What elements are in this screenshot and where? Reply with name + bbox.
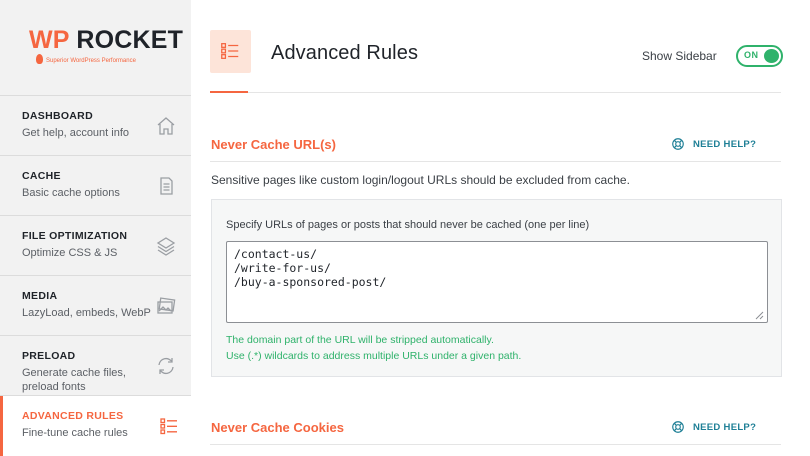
sidebar-item-subtitle: Get help, account info	[22, 127, 130, 139]
section-divider	[210, 444, 781, 445]
document-icon	[160, 177, 173, 195]
resize-grip-icon[interactable]	[755, 311, 764, 320]
section-description: Sensitive pages like custom login/logout…	[211, 173, 630, 187]
sidebar-item-title: DASHBOARD	[22, 110, 93, 122]
toggle-label: ON	[744, 50, 759, 60]
need-help-link[interactable]: NEED HELP?	[672, 138, 757, 150]
layers-icon	[156, 237, 176, 256]
rules-list-icon	[160, 418, 177, 435]
sidebar-item-subtitle: LazyLoad, embeds, WebP	[22, 307, 151, 319]
sidebar-item-file-optimization[interactable]: FILE OPTIMIZATION Optimize CSS & JS	[0, 216, 191, 276]
sidebar-item-cache[interactable]: CACHE Basic cache options	[0, 156, 191, 216]
section-title-never-cache-urls: Never Cache URL(s)	[211, 137, 336, 152]
sidebar-item-subtitle: Fine-tune cache rules	[22, 427, 128, 439]
section-title-never-cache-cookies: Never Cache Cookies	[211, 420, 344, 435]
never-cache-urls-field-box: Specify URLs of pages or posts that shou…	[211, 199, 782, 377]
logo-tagline: Superior WordPress Performance	[46, 58, 136, 64]
wp-rocket-logo[interactable]: WP ROCKET Superior WordPress Performance	[0, 0, 191, 96]
logo-wordmark: WP ROCKET	[29, 26, 184, 54]
page-title: Advanced Rules	[271, 42, 419, 64]
section-divider	[210, 161, 781, 162]
sidebar-item-title: CACHE	[22, 170, 61, 182]
sidebar-item-subtitle: Generate cache files, preload fonts	[22, 367, 126, 393]
sidebar-item-subtitle: Basic cache options	[22, 187, 120, 199]
sidebar-item-dashboard[interactable]: DASHBOARD Get help, account info	[0, 96, 191, 156]
sidebar-item-preload[interactable]: PRELOAD Generate cache files, preload fo…	[0, 336, 191, 396]
need-help-link[interactable]: NEED HELP?	[672, 421, 757, 433]
field-label: Specify URLs of pages or posts that shou…	[226, 219, 590, 231]
sidebar-item-title: PRELOAD	[22, 350, 76, 362]
refresh-icon	[158, 357, 174, 375]
header-divider	[210, 92, 781, 93]
rules-list-icon	[221, 43, 239, 59]
rocket-flame-icon	[36, 54, 43, 64]
show-sidebar-label: Show Sidebar	[642, 49, 717, 63]
need-help-label: NEED HELP?	[693, 422, 757, 433]
sidebar-item-title: FILE OPTIMIZATION	[22, 230, 128, 242]
page-header-icon-tile	[210, 30, 251, 73]
main-content: Advanced Rules Show Sidebar ON Never Cac…	[191, 0, 810, 456]
sidebar-item-title: MEDIA	[22, 290, 58, 302]
field-hint: Use (.*) wildcards to address multiple U…	[226, 350, 522, 362]
header-divider-accent	[210, 91, 248, 93]
show-sidebar-toggle[interactable]: ON	[736, 45, 783, 67]
need-help-label: NEED HELP?	[693, 139, 757, 150]
images-icon	[157, 297, 176, 314]
sidebar-item-advanced-rules[interactable]: ADVANCED RULES Fine-tune cache rules	[0, 396, 191, 456]
field-hint: The domain part of the URL will be strip…	[226, 334, 494, 346]
lifebuoy-icon	[672, 421, 684, 433]
sidebar-item-media[interactable]: MEDIA LazyLoad, embeds, WebP	[0, 276, 191, 336]
home-icon	[157, 117, 175, 135]
toggle-knob	[764, 49, 779, 63]
sidebar-item-title: ADVANCED RULES	[22, 410, 124, 422]
sidebar: WP ROCKET Superior WordPress Performance…	[0, 0, 191, 456]
never-cache-urls-textarea[interactable]	[226, 241, 768, 323]
sidebar-item-subtitle: Optimize CSS & JS	[22, 247, 118, 259]
lifebuoy-icon	[672, 138, 684, 150]
